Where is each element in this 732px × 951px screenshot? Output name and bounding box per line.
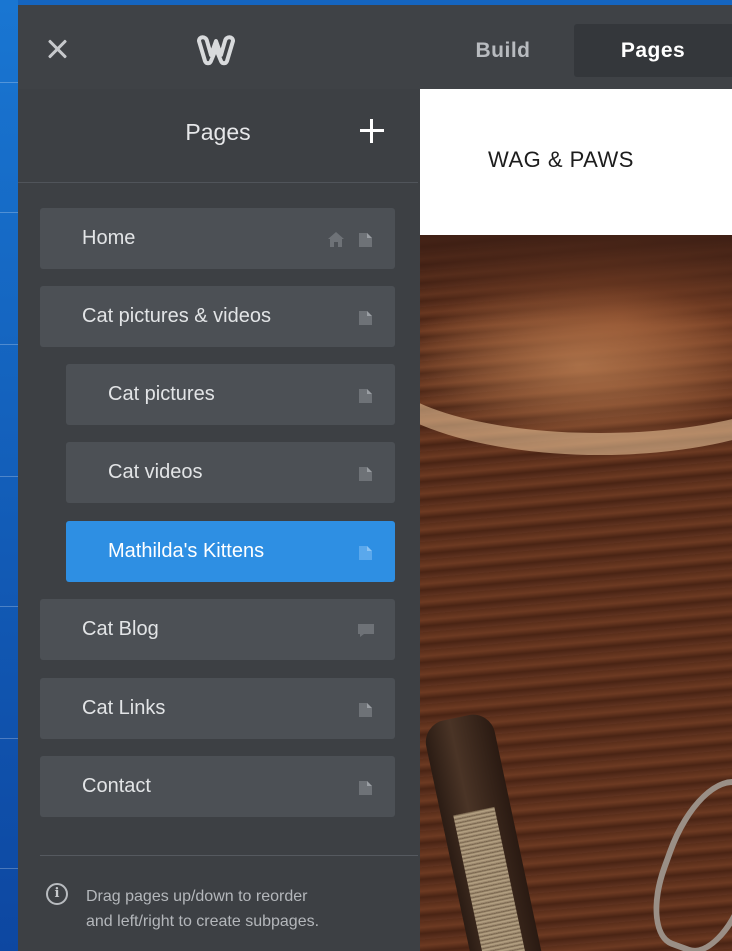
hero-image bbox=[420, 235, 732, 951]
close-icon[interactable] bbox=[46, 37, 70, 61]
page-icon bbox=[359, 781, 372, 795]
page-item-contact[interactable]: Contact bbox=[40, 756, 395, 817]
page-item-label: Cat pictures bbox=[108, 383, 215, 405]
page-icon bbox=[359, 311, 372, 325]
divider bbox=[40, 855, 418, 856]
pages-sidebar: Pages Home Cat pictures & videos Cat pic… bbox=[18, 89, 418, 951]
page-item-label: Home bbox=[82, 227, 136, 249]
page-icon bbox=[359, 233, 372, 247]
home-icon bbox=[328, 232, 344, 247]
page-item-label: Cat videos bbox=[108, 461, 203, 483]
page-item-cat-pictures-videos[interactable]: Cat pictures & videos bbox=[40, 286, 395, 347]
help-text-line: and left/right to create subpages. bbox=[86, 913, 320, 930]
page-item-label: Contact bbox=[82, 775, 151, 797]
page-item-label: Mathilda's Kittens bbox=[108, 540, 265, 562]
page-icon bbox=[359, 467, 372, 481]
help-text-line: Drag pages up/down to reorder bbox=[86, 888, 308, 905]
blog-icon bbox=[358, 624, 374, 637]
divider bbox=[18, 182, 418, 183]
page-icon bbox=[359, 703, 372, 717]
page-item-label: Cat pictures & videos bbox=[82, 305, 271, 327]
tab-pages[interactable]: Pages bbox=[574, 24, 732, 77]
page-item-cat-pictures[interactable]: Cat pictures bbox=[66, 364, 395, 425]
tab-build[interactable]: Build bbox=[438, 24, 568, 77]
help-text: Drag pages up/down to reorder and left/r… bbox=[86, 884, 406, 934]
site-preview[interactable]: WAG & PAWS bbox=[420, 89, 732, 951]
site-name[interactable]: WAG & PAWS bbox=[488, 147, 634, 173]
page-item-label: Cat Links bbox=[82, 697, 166, 719]
page-item-cat-links[interactable]: Cat Links bbox=[40, 678, 395, 739]
desktop-background bbox=[0, 0, 18, 951]
page-item-cat-videos[interactable]: Cat videos bbox=[66, 442, 395, 503]
top-bar: Build Pages bbox=[18, 5, 732, 89]
page-item-mathildas-kittens[interactable]: Mathilda's Kittens bbox=[66, 521, 395, 582]
info-icon: i bbox=[46, 883, 68, 905]
page-icon bbox=[359, 546, 372, 560]
page-item-label: Cat Blog bbox=[82, 618, 159, 640]
page-item-home[interactable]: Home bbox=[40, 208, 395, 269]
editor-window: Build Pages Pages Home Cat pictures & vi… bbox=[18, 5, 732, 951]
weebly-logo-icon[interactable] bbox=[194, 33, 238, 67]
site-header: WAG & PAWS bbox=[420, 89, 732, 235]
add-page-button[interactable] bbox=[358, 117, 386, 145]
page-item-cat-blog[interactable]: Cat Blog bbox=[40, 599, 395, 660]
page-icon bbox=[359, 389, 372, 403]
